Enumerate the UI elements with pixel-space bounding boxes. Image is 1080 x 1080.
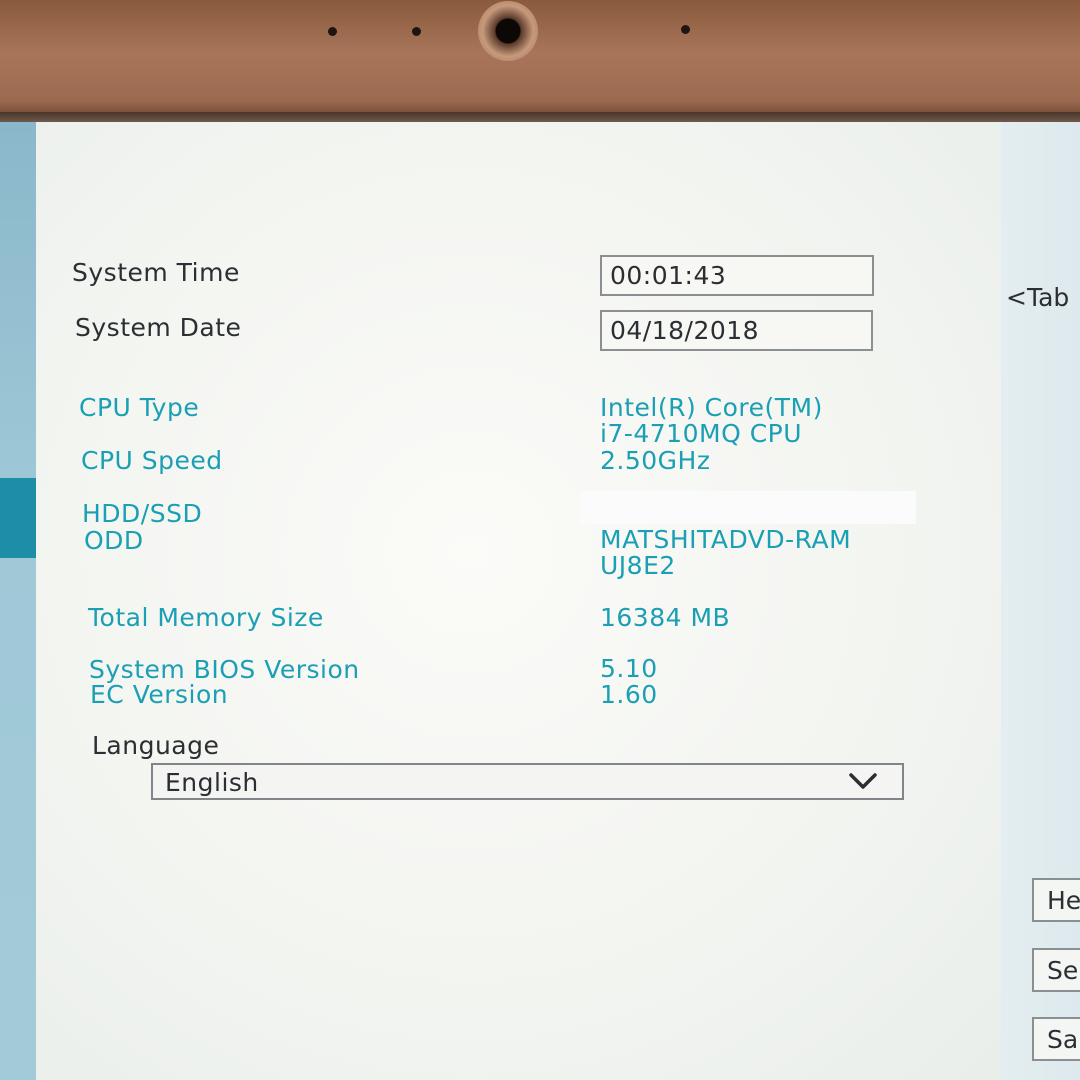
odd-label: ODD — [84, 526, 144, 555]
system-date-label: System Date — [75, 313, 242, 342]
left-nav-selected-tab[interactable] — [0, 478, 36, 558]
system-time-field[interactable]: 00:01:43 — [600, 255, 874, 296]
cpu-type-label: CPU Type — [79, 393, 200, 422]
total-memory-value: 16384 MB — [600, 603, 731, 632]
cpu-type-value-line2: i7-4710MQ CPU — [600, 419, 803, 448]
webcam — [478, 1, 538, 61]
tab-hint-text: <Tab — [1006, 283, 1070, 312]
hdd-ssd-label: HDD/SSD — [82, 499, 203, 528]
microphone-dot — [412, 27, 421, 36]
cpu-type-value-line1: Intel(R) Core(TM) — [600, 393, 823, 422]
total-memory-label: Total Memory Size — [88, 603, 324, 632]
left-nav-strip — [0, 122, 36, 1080]
language-select[interactable]: English — [151, 763, 904, 800]
system-date-field[interactable]: 04/18/2018 — [600, 310, 873, 351]
cpu-speed-value: 2.50GHz — [600, 446, 711, 475]
sensor-dot — [681, 25, 690, 34]
microphone-dot — [328, 27, 337, 36]
cpu-speed-label: CPU Speed — [81, 446, 223, 475]
system-time-label: System Time — [72, 258, 240, 287]
odd-value-line2: UJ8E2 — [600, 551, 676, 580]
language-label: Language — [92, 731, 220, 760]
right-panel — [1001, 122, 1080, 1080]
save-button[interactable]: Sa — [1032, 1017, 1080, 1061]
setup-button[interactable]: Se — [1032, 948, 1080, 992]
help-button[interactable]: He — [1032, 878, 1080, 922]
language-selected-value: English — [165, 768, 259, 797]
bios-version-value: 5.10 — [600, 654, 658, 683]
laptop-bezel — [0, 0, 1080, 118]
ec-version-label: EC Version — [90, 680, 229, 709]
chevron-down-icon[interactable] — [848, 769, 878, 793]
bezel-edge — [0, 112, 1080, 122]
hdd-ssd-redacted-value — [580, 491, 916, 524]
odd-value-line1: MATSHITADVD-RAM — [600, 525, 852, 554]
ec-version-value: 1.60 — [600, 680, 658, 709]
